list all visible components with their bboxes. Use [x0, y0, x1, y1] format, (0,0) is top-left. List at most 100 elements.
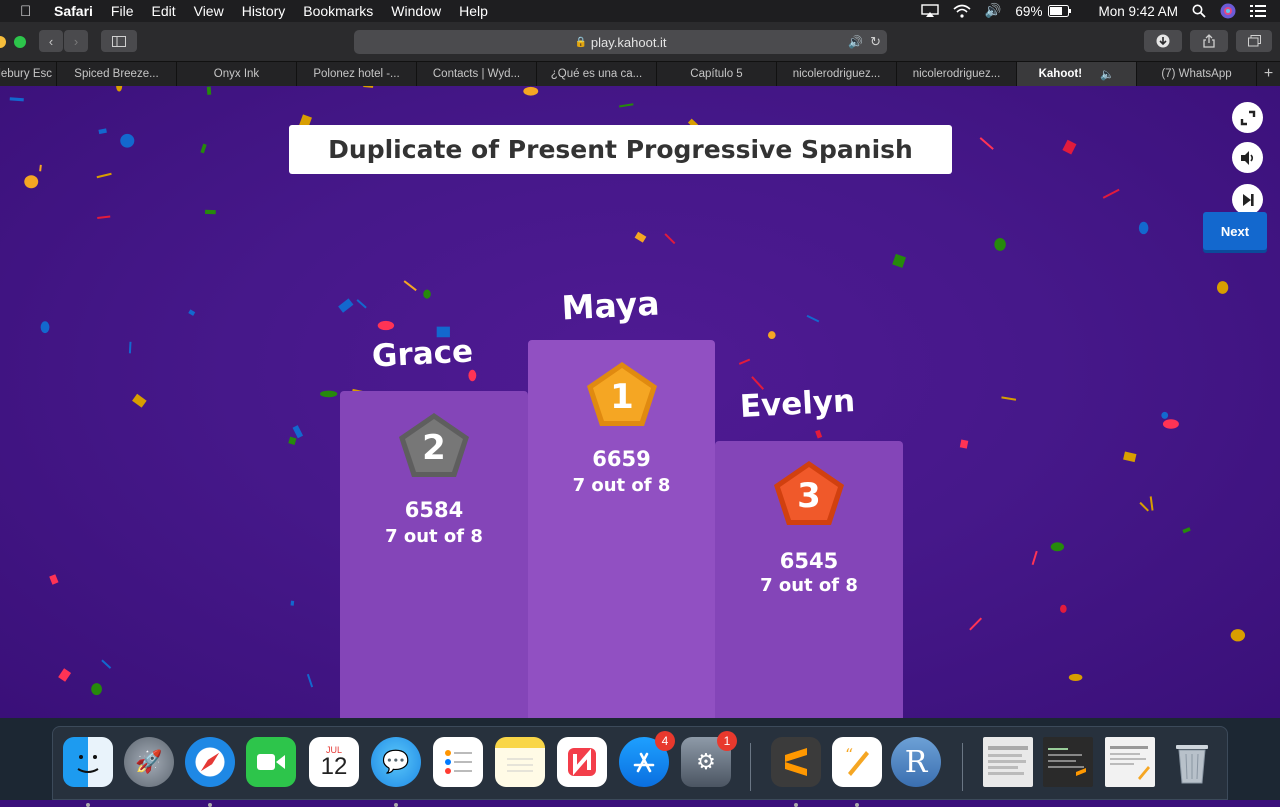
confetti-piece	[1230, 629, 1246, 642]
confetti-piece	[1139, 501, 1149, 512]
menu-history[interactable]: History	[242, 3, 286, 19]
battery-percent: 69%	[1015, 3, 1043, 19]
facetime-icon[interactable]	[246, 737, 296, 787]
tab-overview-button[interactable]	[1236, 30, 1272, 52]
sidebar-toggle-button[interactable]	[101, 30, 137, 52]
menu-app-name[interactable]: Safari	[54, 3, 93, 19]
confetti-piece	[1062, 139, 1077, 155]
trash-icon[interactable]	[1167, 737, 1217, 787]
confetti-piece	[1060, 604, 1067, 613]
forward-button[interactable]: ›	[64, 30, 88, 52]
tab[interactable]: Onyx Ink	[177, 62, 297, 86]
tab-audio-icon[interactable]: 🔊	[848, 35, 863, 49]
confetti-piece	[206, 86, 212, 95]
menu-edit[interactable]: Edit	[151, 3, 175, 19]
menu-window[interactable]: Window	[391, 3, 441, 19]
tab[interactable]: nicolerodriguez...	[897, 62, 1017, 86]
sound-button[interactable]	[1232, 142, 1263, 173]
confetti-piece	[91, 683, 102, 696]
apple-icon[interactable]: 	[20, 3, 40, 20]
news-icon[interactable]	[557, 737, 607, 787]
r-language-icon[interactable]: R	[891, 737, 941, 787]
terminal-thumbnail-icon[interactable]	[1043, 737, 1093, 787]
back-button[interactable]: ‹	[39, 30, 63, 52]
menu-file[interactable]: File	[111, 3, 134, 19]
safari-icon[interactable]	[185, 737, 235, 787]
dock-area: 🚀 JUL 12 💬 4 ⚙ 1 “ R	[0, 718, 1280, 807]
gold-medal-icon: 1	[584, 360, 660, 435]
tab[interactable]: (7) WhatsApp	[1137, 62, 1257, 86]
siri-icon[interactable]	[1220, 3, 1236, 19]
pages-icon[interactable]: “	[832, 737, 882, 787]
downloads-button[interactable]	[1144, 30, 1182, 52]
launchpad-icon[interactable]: 🚀	[124, 737, 174, 787]
document-thumbnail-icon[interactable]	[983, 737, 1033, 787]
medal-rank: 2	[422, 428, 446, 468]
confetti-piece	[1031, 550, 1038, 566]
sidebar-icon	[112, 35, 126, 47]
confetti-piece	[306, 673, 314, 688]
messages-icon[interactable]: 💬	[371, 737, 421, 787]
address-bar[interactable]: 🔒 play.kahoot.it 🔊 ↻	[354, 30, 887, 54]
quiz-title: Duplicate of Present Progressive Spanish	[289, 125, 952, 174]
tab-audio-icon[interactable]: 🔈	[1100, 67, 1114, 81]
confetti-piece	[403, 280, 417, 292]
notification-center-icon[interactable]	[1250, 5, 1266, 17]
sublime-text-icon[interactable]	[771, 737, 821, 787]
menu-bookmarks[interactable]: Bookmarks	[303, 3, 373, 19]
third-place-name: Evelyn	[738, 383, 857, 425]
volume-icon[interactable]: 🔊	[985, 3, 1002, 19]
skip-music-button[interactable]	[1232, 184, 1263, 215]
second-place-correct: 7 out of 8	[385, 526, 483, 547]
confetti-piece	[97, 215, 111, 219]
reminders-icon[interactable]	[433, 737, 483, 787]
airplay-icon[interactable]	[920, 4, 939, 18]
confetti-piece	[116, 86, 123, 92]
minimize-button[interactable]	[0, 36, 6, 48]
fullscreen-button[interactable]	[1232, 102, 1263, 133]
running-indicator	[394, 803, 398, 807]
zoom-button[interactable]	[14, 36, 26, 48]
tab[interactable]: ¿Qué es una ca...	[537, 62, 657, 86]
tab[interactable]: Polonez hotel -...	[297, 62, 417, 86]
second-place-name: Grace	[371, 333, 474, 375]
first-place-podium: 1 6659 7 out of 8	[528, 340, 715, 718]
tab[interactable]: ddlebury Esc	[0, 62, 57, 86]
confetti-piece	[98, 128, 107, 135]
tab[interactable]: Contacts | Wyd...	[417, 62, 537, 86]
confetti-piece	[806, 314, 820, 323]
menu-view[interactable]: View	[194, 3, 224, 19]
finder-icon[interactable]	[63, 737, 113, 787]
confetti-piece	[619, 103, 634, 108]
clock[interactable]: Mon 9:42 AM	[1098, 4, 1178, 19]
app-store-icon[interactable]: 4	[619, 731, 675, 787]
document2-thumbnail-icon[interactable]	[1105, 737, 1155, 787]
search-icon[interactable]	[1192, 4, 1206, 18]
wifi-icon[interactable]	[953, 4, 971, 18]
notes-icon[interactable]	[495, 737, 545, 787]
confetti-piece	[24, 175, 39, 189]
fullscreen-icon	[1240, 110, 1255, 125]
calendar-icon[interactable]: JUL 12	[309, 737, 359, 787]
confetti-piece	[1182, 527, 1191, 534]
confetti-piece	[96, 172, 112, 179]
tab[interactable]: nicolerodriguez...	[777, 62, 897, 86]
confetti-piece	[292, 425, 304, 439]
tab[interactable]: Spiced Breeze...	[57, 62, 177, 86]
tab-active[interactable]: Kahoot! 🔈	[1017, 62, 1137, 86]
confetti-piece	[1138, 221, 1149, 235]
menu-help[interactable]: Help	[459, 3, 488, 19]
battery-icon[interactable]	[1048, 5, 1072, 17]
download-icon	[1156, 34, 1170, 48]
confetti-piece	[1216, 281, 1229, 294]
reload-icon[interactable]: ↻	[870, 34, 881, 50]
next-button[interactable]: Next	[1203, 212, 1267, 250]
new-tab-button[interactable]: +	[1257, 62, 1280, 86]
running-indicator	[855, 803, 859, 807]
tab[interactable]: Capítulo 5	[657, 62, 777, 86]
share-button[interactable]	[1190, 30, 1228, 52]
third-place-podium: 3 6545 7 out of 8	[715, 441, 903, 718]
system-preferences-icon[interactable]: ⚙ 1	[681, 731, 737, 787]
third-place-score: 6545	[779, 549, 839, 573]
running-indicator	[794, 803, 798, 807]
